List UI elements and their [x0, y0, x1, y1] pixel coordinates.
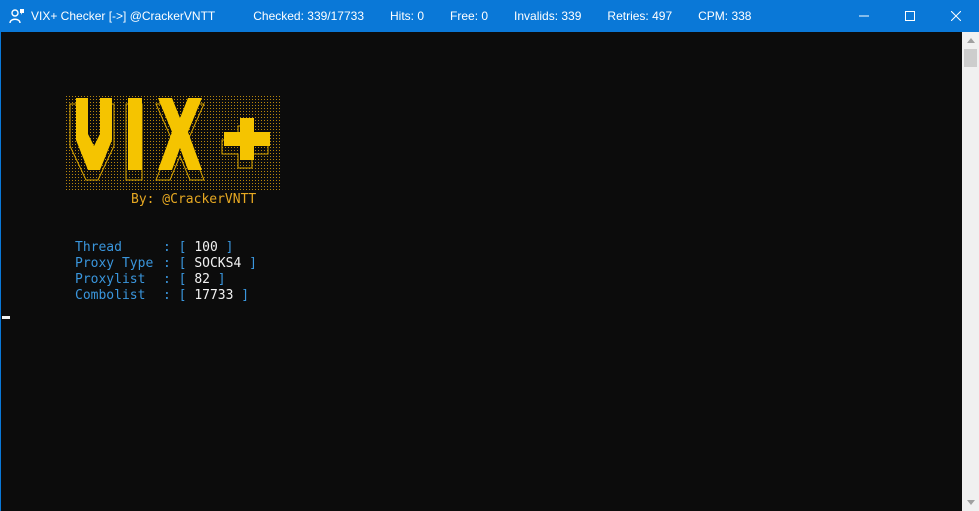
config-label: Combolist [75, 288, 146, 303]
person-speech-icon [9, 8, 25, 24]
vertical-scrollbar[interactable] [962, 32, 979, 511]
scroll-down-button[interactable] [962, 494, 979, 511]
console-output[interactable]: By: @CrackerVNTT Thread: [ 100 ] Proxy T… [1, 32, 962, 511]
chevron-down-icon [966, 500, 975, 505]
close-icon [951, 11, 961, 21]
minimize-button[interactable] [841, 0, 887, 32]
maximize-button[interactable] [887, 0, 933, 32]
config-value: SOCKS4 [194, 256, 242, 271]
config-row-proxy-type: Proxy Type: [ SOCKS4 ] [75, 256, 257, 271]
stat-checked: Checked: 339/17733 [253, 9, 364, 23]
config-value: 17733 [194, 288, 234, 303]
config-label: Proxylist [75, 272, 146, 287]
config-label: Thread [75, 240, 122, 255]
config-label: Proxy Type [75, 256, 154, 271]
window-title: VIX+ Checker [->] @CrackerVNTT [31, 9, 216, 23]
config-value: 100 [194, 240, 218, 255]
stats-bar: Checked: 339/17733 Hits: 0 Free: 0 Inval… [253, 9, 777, 23]
config-row-proxylist: Proxylist: [ 82 ] [75, 272, 226, 287]
stat-cpm: CPM: 338 [698, 9, 752, 23]
chevron-up-icon [966, 38, 975, 43]
stat-retries: Retries: 497 [607, 9, 673, 23]
config-info: Thread: [ 100 ] Proxy Type: [ SOCKS4 ] P… [75, 240, 257, 304]
config-value: 82 [194, 272, 210, 287]
title-bar[interactable]: VIX+ Checker [->] @CrackerVNTT Checked: … [0, 0, 979, 32]
stat-free: Free: 0 [450, 9, 489, 23]
byline: By: @CrackerVNTT [131, 192, 257, 207]
scroll-thumb[interactable] [964, 49, 977, 67]
config-row-thread: Thread: [ 100 ] [75, 240, 234, 255]
scroll-up-button[interactable] [962, 32, 979, 49]
stat-hits: Hits: 0 [390, 9, 425, 23]
config-row-combolist: Combolist: [ 17733 ] [75, 288, 250, 303]
vix-plus-logo [66, 96, 282, 192]
stat-invalids: Invalids: 339 [514, 9, 582, 23]
window-controls [841, 0, 979, 32]
text-cursor [2, 316, 10, 319]
maximize-icon [905, 11, 915, 21]
minimize-icon [859, 15, 869, 17]
close-button[interactable] [933, 0, 979, 32]
